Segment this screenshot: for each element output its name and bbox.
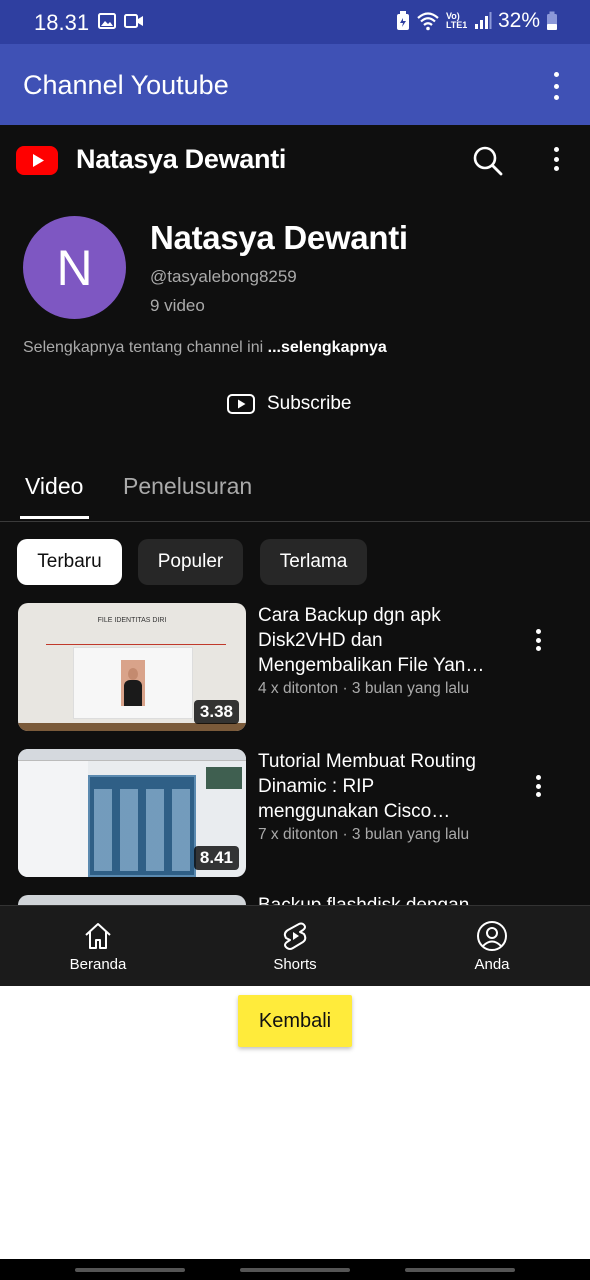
about-more-link[interactable]: ...selengkapnya [268, 339, 387, 356]
channel-video-count: 9 video [150, 296, 205, 315]
nav-handle[interactable] [405, 1268, 515, 1272]
video-more-icon[interactable] [528, 773, 548, 799]
active-tab-indicator [20, 516, 89, 519]
chip-populer[interactable]: Populer [138, 539, 243, 585]
nav-anda[interactable]: Anda [422, 906, 562, 986]
gallery-notification-icon [98, 13, 116, 29]
header-channel-title: Natasya Dewanti [76, 144, 287, 174]
nav-label: Beranda [69, 956, 127, 973]
back-button[interactable]: Kembali [238, 995, 352, 1047]
channel-name: Natasya Dewanti [150, 219, 408, 256]
app-bar: Channel Youtube [0, 44, 590, 125]
video-meta: 7 x ditonton · 3 bulan yang lalu [258, 826, 470, 843]
battery-saver-icon [396, 11, 409, 30]
bottom-navigation: Beranda Shorts Anda [0, 905, 590, 986]
video-thumbnail[interactable]: 8.41 [18, 749, 246, 877]
network-label: Vo) LTE1 [445, 11, 468, 30]
subscribe-label: Subscribe [267, 393, 352, 414]
thumbnail-text: FILE IDENTITAS DIRI [97, 617, 167, 624]
status-time: 18.31 [34, 10, 90, 35]
video-thumbnail[interactable]: FILE IDENTITAS DIRI 3.38 [18, 603, 246, 731]
home-icon [85, 923, 111, 949]
video-item[interactable]: 8.41 Tutorial Membuat Routing Dinamic : … [0, 749, 590, 881]
subscribe-button[interactable]: Subscribe [227, 391, 352, 417]
wifi-icon [417, 12, 439, 31]
app-title: Channel Youtube [23, 70, 229, 100]
nav-label: Shorts [273, 956, 317, 973]
youtube-logo-icon[interactable] [16, 146, 58, 175]
tab-video[interactable]: Video [25, 473, 83, 500]
youtube-header: Natasya Dewanti [0, 125, 590, 195]
battery-icon [547, 11, 557, 30]
video-title[interactable]: Cara Backup dgn apk Disk2VHD dan Mengemb… [258, 603, 498, 678]
nav-label: Anda [474, 956, 510, 973]
status-bar: 18.31 Vo) LTE1 32% [0, 0, 590, 44]
video-duration: 8.41 [193, 846, 239, 870]
youtube-webview: Natasya Dewanti N Natasya Dewanti @tasya… [0, 125, 590, 986]
nav-handle[interactable] [240, 1268, 350, 1272]
chip-terbaru[interactable]: Terbaru [17, 539, 122, 585]
video-meta: 4 x ditonton · 3 bulan yang lalu [258, 680, 470, 697]
status-right: Vo) LTE1 32% [396, 9, 558, 33]
chip-terlama[interactable]: Terlama [260, 539, 367, 585]
nav-beranda[interactable]: Beranda [28, 906, 168, 986]
avatar-letter: N [56, 239, 93, 296]
video-notification-icon [124, 14, 143, 28]
nav-handle[interactable] [75, 1268, 185, 1272]
search-icon[interactable] [472, 145, 504, 177]
app-overflow-menu-icon[interactable] [544, 72, 568, 100]
signal-icon [474, 12, 492, 29]
video-title[interactable]: Tutorial Membuat Routing Dinamic : RIP m… [258, 749, 498, 824]
youtube-play-icon [227, 394, 255, 414]
more-options-icon[interactable] [545, 145, 567, 173]
shorts-icon [283, 922, 307, 950]
video-more-icon[interactable] [528, 627, 548, 653]
channel-tabs: Video Penelusuran [0, 457, 590, 522]
battery-percent: 32% [497, 9, 540, 32]
channel-avatar: N [23, 216, 126, 319]
system-navigation-bar [0, 1259, 590, 1280]
account-icon [477, 921, 507, 951]
channel-about[interactable]: Selengkapnya tentang channel ini ...sele… [23, 339, 387, 357]
nav-shorts[interactable]: Shorts [225, 906, 365, 986]
tab-penelusuran[interactable]: Penelusuran [123, 473, 252, 500]
channel-handle: @tasyalebong8259 [150, 267, 297, 286]
video-duration: 3.38 [193, 700, 239, 724]
about-text: Selengkapnya tentang channel ini [23, 339, 264, 356]
video-item[interactable]: FILE IDENTITAS DIRI 3.38 Cara Backup dgn… [0, 603, 590, 735]
